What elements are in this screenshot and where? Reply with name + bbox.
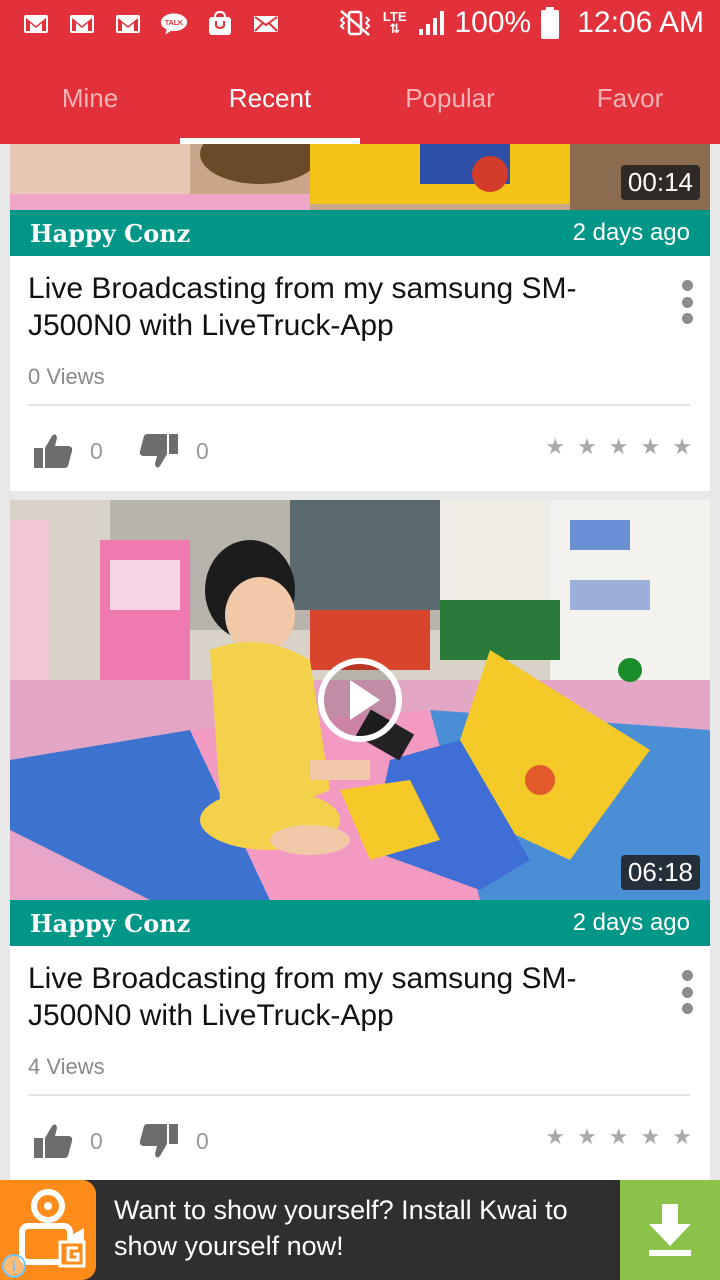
star-rating[interactable]: ★ ★ ★ ★ ★ [545,1126,692,1148]
view-count: 0 Views [28,364,105,389]
gmail-icon [68,12,96,36]
email-icon [252,12,280,36]
like-count: 0 [90,437,103,464]
video-title[interactable]: Live Broadcasting from my samsung SM-J50… [28,960,648,1034]
like-button[interactable]: 0 [32,1120,103,1162]
more-options-icon[interactable] [682,280,694,324]
thumbs-up-icon [34,1124,73,1158]
video-info: Live Broadcasting from my samsung SM-J50… [10,946,710,1180]
download-icon [649,1204,691,1256]
video-actions: 0 0 ★ ★ ★ ★ ★ [28,1096,692,1180]
dislike-button[interactable]: 0 [138,430,209,472]
play-icon[interactable] [318,658,402,742]
tab-mine[interactable]: Mine [0,52,180,144]
dislike-count: 0 [196,1127,209,1154]
star-icon[interactable]: ★ [609,1126,629,1148]
battery-percent: 100% [454,6,532,39]
thumbs-down-icon [139,1124,178,1158]
tab-recent[interactable]: Recent [180,52,360,144]
channel-name[interactable]: Happy Conz [30,909,190,938]
video-list[interactable]: 00:14 Happy Conz 2 days ago Live Broadca… [0,144,720,1180]
vibrate-icon [339,10,371,36]
clock: 12:06 AM [577,6,704,39]
video-actions: 0 0 ★ ★ ★ ★ ★ [28,406,692,494]
video-info: Live Broadcasting from my samsung SM-J50… [10,256,710,494]
video-title[interactable]: Live Broadcasting from my samsung SM-J50… [28,270,648,344]
gmail-icon [22,12,50,36]
like-button[interactable]: 0 [32,430,103,472]
view-count: 4 Views [28,1054,105,1079]
star-icon[interactable]: ★ [609,436,629,458]
posted-time: 2 days ago [572,909,690,936]
galaxy-apps-icon [206,11,234,36]
star-icon[interactable]: ★ [545,1126,565,1148]
video-thumbnail[interactable]: 00:14 [10,144,710,210]
dislike-count: 0 [196,437,209,464]
kakaotalk-icon: TALK [160,12,188,36]
video-duration: 00:14 [620,165,700,200]
thumbs-up-icon [34,434,73,468]
star-icon[interactable]: ★ [641,1126,661,1148]
battery-icon [541,7,560,39]
channel-name[interactable]: Happy Conz [30,219,190,248]
video-thumbnail[interactable]: 06:18 [10,500,710,900]
star-icon[interactable]: ★ [672,436,692,458]
tab-popular[interactable]: Popular [360,52,540,144]
system-status: LTE ⇅ 100% 12:06 AM [337,6,704,40]
tab-bar: Mine Recent Popular Favor [0,52,720,144]
more-options-icon[interactable] [682,970,694,1014]
video-card: 00:14 Happy Conz 2 days ago Live Broadca… [10,144,710,491]
thumbnail-image [10,144,710,210]
channel-bar: Happy Conz 2 days ago [10,900,710,946]
status-bar: TALK LTE ⇅ 100% 12:06 AM [0,0,720,52]
ad-info-icon[interactable]: i [2,1254,26,1278]
channel-bar: Happy Conz 2 days ago [10,210,710,256]
dislike-button[interactable]: 0 [138,1120,209,1162]
thumbs-down-icon [139,434,178,468]
star-icon[interactable]: ★ [672,1126,692,1148]
video-card: 06:18 Happy Conz 2 days ago Live Broadca… [10,500,710,1180]
signal-icon [418,11,444,35]
star-icon[interactable]: ★ [545,436,565,458]
tab-favor[interactable]: Favor [540,52,720,144]
like-count: 0 [90,1127,103,1154]
posted-time: 2 days ago [572,219,690,246]
star-icon[interactable]: ★ [641,436,661,458]
download-button[interactable] [620,1180,720,1280]
star-rating[interactable]: ★ ★ ★ ★ ★ [545,436,692,458]
gmail-icon [114,12,142,36]
ad-text[interactable]: Want to show yourself? Install Kwai to s… [114,1192,604,1264]
star-icon[interactable]: ★ [577,1126,597,1148]
ad-banner[interactable]: Want to show yourself? Install Kwai to s… [0,1180,720,1280]
video-duration: 06:18 [620,855,700,890]
network-type: LTE ⇅ [382,9,407,36]
star-icon[interactable]: ★ [577,436,597,458]
notification-icons: TALK [22,11,280,36]
kakaotalk-label: TALK [165,20,183,27]
